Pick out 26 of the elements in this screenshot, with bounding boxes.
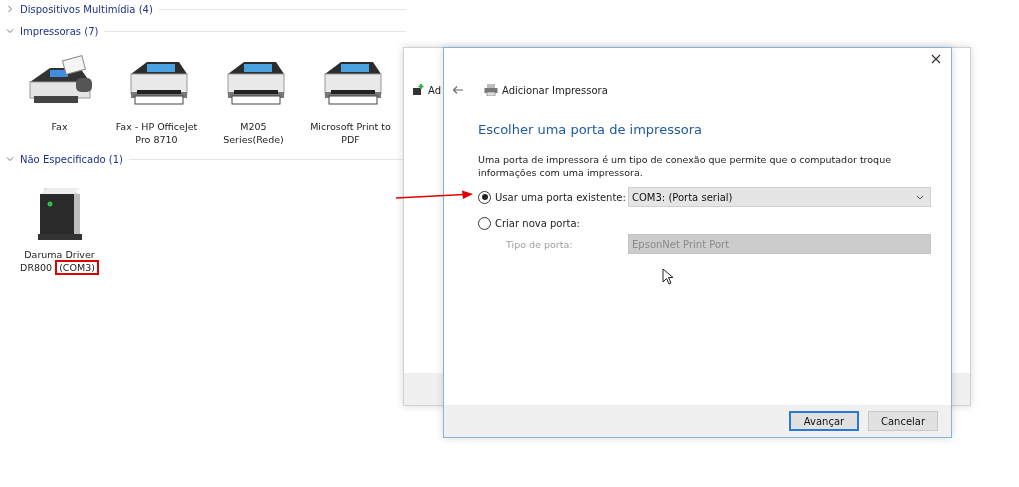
add-printer-icon <box>412 84 424 96</box>
option-label: Criar nova porta: <box>495 218 580 229</box>
device-label[interactable]: Fax <box>46 120 73 133</box>
device-label[interactable]: Fax - HP OfficeJet Pro 8710 <box>109 120 204 146</box>
back-arrow-icon[interactable] <box>452 85 464 95</box>
window-title: Ad <box>428 84 441 96</box>
port-dropdown[interactable]: COM3: (Porta serial) <box>628 187 931 207</box>
group-header[interactable]: Não Especificado (1) <box>20 153 123 165</box>
device-label[interactable]: Daruma Driver DR800 (COM3) <box>12 248 107 274</box>
radio-option[interactable]: Usar uma porta existente: <box>478 190 628 204</box>
field-label: Tipo de porta: <box>506 238 574 250</box>
group-header[interactable]: Dispositivos Multimídia (4) <box>20 3 153 15</box>
device-label[interactable]: Microsoft Print to PDF <box>303 120 398 146</box>
group-header[interactable]: Impressoras (7) <box>20 25 99 37</box>
radio-button[interactable] <box>478 190 491 204</box>
dialog-button[interactable]: Cancelar <box>868 411 938 431</box>
mouse-cursor-icon <box>662 268 674 286</box>
printer-icon <box>484 84 498 96</box>
close-icon[interactable] <box>931 54 941 64</box>
dropdown-caret-icon <box>916 194 924 200</box>
description-text: Uma porta de impressora é um tipo de conexão que permite que o computador troque informações com uma impressora. <box>477 153 893 179</box>
dialog-title: Adicionar Impressora <box>502 84 608 96</box>
device-label[interactable]: M205 Series(Rede) <box>206 120 301 146</box>
dialog-button[interactable]: Avançar <box>789 411 859 431</box>
dialog-heading: Escolher uma porta de impressora <box>477 121 703 137</box>
option-label: Usar uma porta existente: <box>495 191 626 203</box>
